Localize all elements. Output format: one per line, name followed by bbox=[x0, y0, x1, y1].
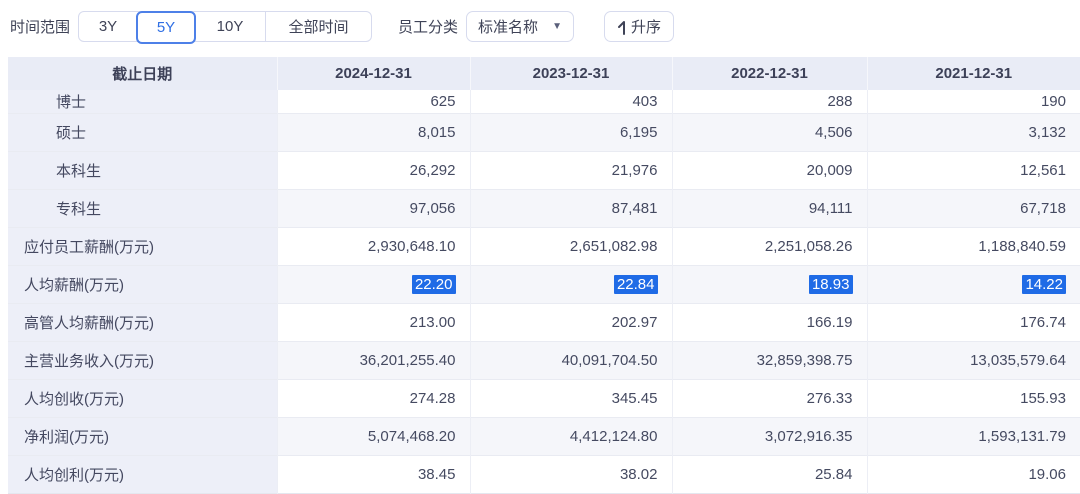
cell-value: 21,976 bbox=[470, 151, 672, 189]
cell-value: 213.00 bbox=[277, 303, 470, 341]
time-range-option-5y[interactable]: 5Y bbox=[136, 11, 196, 44]
cell-value: 20,009 bbox=[672, 151, 867, 189]
highlighted-cell-value: 14.22 bbox=[1022, 275, 1066, 294]
cell-value: 13,035,579.64 bbox=[867, 341, 1080, 379]
time-range-label: 时间范围 bbox=[10, 16, 70, 37]
cell-value: 155.93 bbox=[867, 379, 1080, 417]
cell-value: 97,056 bbox=[277, 189, 470, 227]
row-label: 人均创利(万元) bbox=[8, 455, 277, 493]
table-header-row: 截止日期 2024-12-31 2023-12-31 2022-12-31 20… bbox=[8, 57, 1080, 90]
cell-value: 6,195 bbox=[470, 113, 672, 151]
row-label: 人均薪酬(万元) bbox=[8, 265, 277, 303]
table-row-master[interactable]: 硕士 8,015 6,195 4,506 3,132 bbox=[8, 113, 1080, 151]
row-label: 应付员工薪酬(万元) bbox=[8, 227, 277, 265]
table-row-executive-avg-salary[interactable]: 高管人均薪酬(万元) 213.00 202.97 166.19 176.74 bbox=[8, 303, 1080, 341]
cell-value: 190 bbox=[867, 90, 1080, 113]
cell-value: 32,859,398.75 bbox=[672, 341, 867, 379]
classification-dropdown-value: 标准名称 bbox=[478, 16, 538, 37]
cell-value: 166.19 bbox=[672, 303, 867, 341]
cell-value: 26,292 bbox=[277, 151, 470, 189]
cell-value: 288 bbox=[672, 90, 867, 113]
time-range-option-all[interactable]: 全部时间 bbox=[265, 12, 371, 41]
chevron-down-icon: ▼ bbox=[552, 22, 562, 32]
row-label: 高管人均薪酬(万元) bbox=[8, 303, 277, 341]
table-row-net-profit[interactable]: 净利润(万元) 5,074,468.20 4,412,124.80 3,072,… bbox=[8, 417, 1080, 455]
classification-dropdown[interactable]: 标准名称 ▼ bbox=[466, 11, 574, 42]
highlighted-cell-value: 22.20 bbox=[412, 275, 456, 294]
column-header-end-date[interactable]: 截止日期 bbox=[8, 57, 277, 90]
table-row-associate[interactable]: 专科生 97,056 87,481 94,111 67,718 bbox=[8, 189, 1080, 227]
toolbar: 时间范围 3Y 5Y 10Y 全部时间 员工分类 标准名称 ▼ 升序 bbox=[0, 0, 1080, 42]
cell-value: 274.28 bbox=[277, 379, 470, 417]
row-label: 硕士 bbox=[8, 113, 277, 151]
cell-value: 4,506 bbox=[672, 113, 867, 151]
time-range-option-10y[interactable]: 10Y bbox=[195, 12, 265, 41]
cell-value: 2,651,082.98 bbox=[470, 227, 672, 265]
cell-value: 5,074,468.20 bbox=[277, 417, 470, 455]
cell-value: 403 bbox=[470, 90, 672, 113]
cell-value: 4,412,124.80 bbox=[470, 417, 672, 455]
cell-value: 3,072,916.35 bbox=[672, 417, 867, 455]
row-label: 人均创收(万元) bbox=[8, 379, 277, 417]
employee-data-table-container: 截止日期 2024-12-31 2023-12-31 2022-12-31 20… bbox=[8, 57, 1080, 494]
cell-value: 87,481 bbox=[470, 189, 672, 227]
sort-ascending-button[interactable]: 升序 bbox=[604, 11, 674, 42]
cell-value: 1,593,131.79 bbox=[867, 417, 1080, 455]
row-label: 博士 bbox=[8, 90, 277, 113]
cell-value: 176.74 bbox=[867, 303, 1080, 341]
time-range-option-3y[interactable]: 3Y bbox=[79, 12, 137, 41]
column-header-2023[interactable]: 2023-12-31 bbox=[470, 57, 672, 90]
row-label: 专科生 bbox=[8, 189, 277, 227]
arrow-up-icon bbox=[617, 19, 628, 35]
column-header-2024[interactable]: 2024-12-31 bbox=[277, 57, 470, 90]
table-row-revenue-per-capita[interactable]: 人均创收(万元) 274.28 345.45 276.33 155.93 bbox=[8, 379, 1080, 417]
time-range-segmented-control: 3Y 5Y 10Y 全部时间 bbox=[78, 11, 372, 42]
cell-value: 345.45 bbox=[470, 379, 672, 417]
cell-value: 19.06 bbox=[867, 455, 1080, 493]
cell-value: 36,201,255.40 bbox=[277, 341, 470, 379]
cell-value: 25.84 bbox=[672, 455, 867, 493]
cell-value: 2,930,648.10 bbox=[277, 227, 470, 265]
highlighted-cell-value: 22.84 bbox=[614, 275, 658, 294]
cell-value: 67,718 bbox=[867, 189, 1080, 227]
cell-value: 8,015 bbox=[277, 113, 470, 151]
employee-classification-label: 员工分类 bbox=[398, 16, 458, 37]
cell-value: 276.33 bbox=[672, 379, 867, 417]
employee-data-table: 截止日期 2024-12-31 2023-12-31 2022-12-31 20… bbox=[8, 57, 1080, 494]
row-label: 净利润(万元) bbox=[8, 417, 277, 455]
table-row-payable-compensation[interactable]: 应付员工薪酬(万元) 2,930,648.10 2,651,082.98 2,2… bbox=[8, 227, 1080, 265]
cell-value: 12,561 bbox=[867, 151, 1080, 189]
cell-value: 1,188,840.59 bbox=[867, 227, 1080, 265]
column-header-2022[interactable]: 2022-12-31 bbox=[672, 57, 867, 90]
cell-value: 625 bbox=[277, 90, 470, 113]
table-row-main-revenue[interactable]: 主营业务收入(万元) 36,201,255.40 40,091,704.50 3… bbox=[8, 341, 1080, 379]
table-row-bachelor[interactable]: 本科生 26,292 21,976 20,009 12,561 bbox=[8, 151, 1080, 189]
row-label: 本科生 bbox=[8, 151, 277, 189]
cell-value: 2,251,058.26 bbox=[672, 227, 867, 265]
column-header-2021[interactable]: 2021-12-31 bbox=[867, 57, 1080, 90]
cell-value: 38.02 bbox=[470, 455, 672, 493]
cell-value: 202.97 bbox=[470, 303, 672, 341]
sort-button-label: 升序 bbox=[631, 16, 661, 37]
cell-value: 40,091,704.50 bbox=[470, 341, 672, 379]
table-row-profit-per-capita[interactable]: 人均创利(万元) 38.45 38.02 25.84 19.06 bbox=[8, 455, 1080, 493]
cell-value: 94,111 bbox=[672, 189, 867, 227]
cell-value: 38.45 bbox=[277, 455, 470, 493]
table-row-phd[interactable]: 博士 625 403 288 190 bbox=[8, 90, 1080, 113]
cell-value: 3,132 bbox=[867, 113, 1080, 151]
row-label: 主营业务收入(万元) bbox=[8, 341, 277, 379]
highlighted-cell-value: 18.93 bbox=[809, 275, 853, 294]
table-row-avg-salary[interactable]: 人均薪酬(万元) 22.20 22.84 18.93 14.22 bbox=[8, 265, 1080, 303]
